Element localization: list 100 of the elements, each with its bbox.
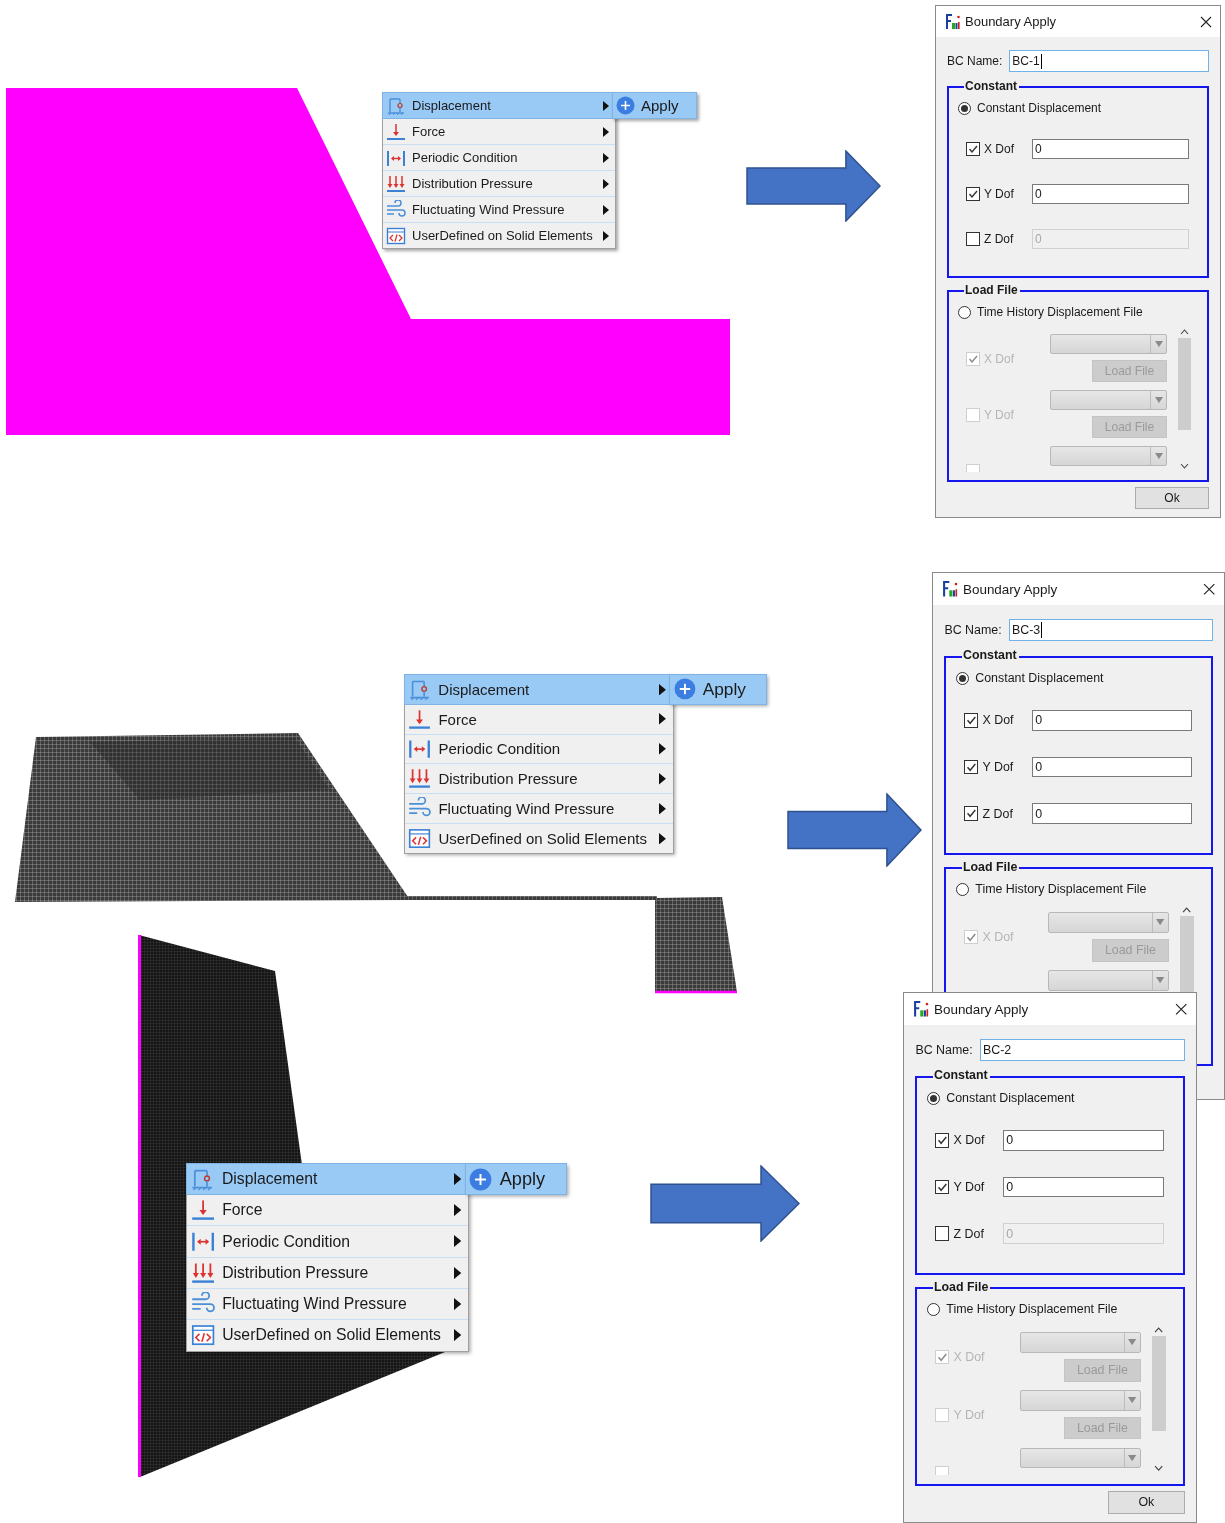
checkbox[interactable] (963, 806, 979, 821)
app-logo-icon (941, 580, 958, 598)
submenu-arrow-icon (453, 1329, 461, 1342)
submenu-arrow-icon (658, 802, 666, 815)
dof-label: Z Dof (982, 806, 1014, 821)
name-field[interactable]: BC-3 (1008, 618, 1213, 642)
radio-button[interactable] (958, 101, 971, 115)
scroll-up-icon[interactable] (1182, 906, 1192, 913)
option-label: Time History Displacement File (946, 1302, 1118, 1317)
value-field: 0 (1032, 229, 1189, 249)
submenu-arrow-icon (453, 1298, 461, 1311)
checkbox[interactable] (963, 759, 979, 775)
value-field: 0 (1003, 1223, 1164, 1244)
dof-label: Y Dof (953, 1408, 986, 1423)
option-label: Constant Displacement (975, 671, 1104, 686)
value-field[interactable]: 0 (1032, 803, 1192, 824)
submenu-arrow-icon (603, 230, 609, 241)
submenu-arrow-icon (603, 100, 609, 111)
menu-item[interactable]: UserDefined on Solid Elements (405, 824, 673, 853)
menu-item[interactable]: UserDefined on Solid Elements (187, 1320, 469, 1351)
ok-button[interactable]: Ok (1108, 1490, 1185, 1514)
scroll-thumb[interactable] (1152, 1336, 1166, 1432)
menu-item[interactable]: Distribution Pressure (187, 1257, 469, 1289)
scroll-up-icon[interactable] (1154, 1326, 1164, 1333)
menu-item[interactable]: Force (405, 704, 673, 735)
checkbox[interactable] (966, 142, 980, 156)
submenu-arrow-icon (658, 743, 666, 755)
dof-label: X Dof (984, 142, 1015, 156)
radio-button[interactable] (955, 882, 970, 897)
menu-item[interactable]: Fluctuating Wind Pressure (187, 1289, 469, 1321)
menu-item[interactable]: Periodic Condition (383, 145, 615, 171)
submenu-arrow-icon (603, 126, 609, 137)
dof-label: X Dof (953, 1133, 986, 1148)
menu-item[interactable]: Distribution Pressure (383, 171, 615, 197)
arrows-down-icon (190, 1260, 215, 1285)
ok-button[interactable]: Ok (1135, 487, 1209, 509)
radio-button[interactable] (926, 1302, 941, 1317)
checkbox[interactable] (966, 232, 980, 246)
field-label: BC Name: (947, 54, 1003, 68)
submenu-arrow-icon (658, 713, 666, 725)
value-field[interactable]: 0 (1032, 756, 1192, 778)
dof-label: Y Dof (984, 187, 1015, 201)
dof-label: Y Dof (953, 1179, 986, 1194)
dof-label: X Dof (982, 713, 1015, 728)
submenu-arrow-icon (453, 1172, 462, 1185)
value-field[interactable]: 0 (1032, 184, 1189, 204)
option-label: Constant Displacement (977, 101, 1102, 115)
submenu-arrow-icon (603, 204, 609, 215)
value-field[interactable]: 0 (1003, 1130, 1164, 1151)
value-field[interactable]: 0 (1032, 139, 1189, 159)
text-cursor (1041, 622, 1043, 638)
scroll-down-icon[interactable] (1154, 1465, 1164, 1472)
menu-item[interactable]: UserDefined on Solid Elements (383, 223, 615, 248)
dropdown-arrow-icon (1154, 397, 1163, 403)
scroll-down-icon[interactable] (1179, 463, 1189, 469)
close-icon[interactable] (1203, 582, 1216, 596)
option-label: Constant Displacement (946, 1091, 1075, 1106)
dof-label: Z Dof (984, 232, 1015, 246)
value-field[interactable]: 0 (1003, 1176, 1164, 1198)
close-icon[interactable] (1175, 1002, 1188, 1016)
app-logo-icon (944, 13, 960, 30)
apply-menu-item[interactable]: Apply (612, 92, 697, 119)
field-label: BC Name: (915, 1042, 973, 1057)
value-field[interactable]: 0 (1032, 710, 1192, 731)
name-field[interactable]: BC-1 (1009, 50, 1209, 72)
checkbox[interactable] (934, 1226, 950, 1241)
checkbox[interactable] (966, 187, 980, 201)
double-arrow-icon (408, 737, 432, 761)
submenu-arrow-icon (659, 683, 666, 696)
dropdown-arrow-icon (1156, 977, 1165, 984)
dof-label: Y Dof (984, 407, 1015, 422)
close-icon[interactable] (1200, 15, 1212, 28)
menu-item[interactable]: Force (383, 119, 615, 145)
menu-item[interactable]: Force (187, 1195, 469, 1227)
menu-item[interactable]: Periodic Condition (187, 1226, 469, 1258)
field-label: BC Name: (944, 622, 1002, 637)
menu-item[interactable]: Periodic Condition (405, 734, 673, 765)
checkbox[interactable] (934, 1133, 950, 1148)
radio-button[interactable] (926, 1091, 941, 1105)
checkbox[interactable] (963, 713, 979, 728)
scroll-up-icon[interactable] (1179, 329, 1189, 335)
arrows-down-icon (408, 767, 432, 791)
down-arrow-icon (386, 121, 406, 142)
down-arrow-icon (190, 1198, 215, 1223)
checkbox[interactable] (934, 1179, 950, 1195)
radio-button[interactable] (955, 671, 970, 685)
radio-button[interactable] (958, 305, 971, 319)
dof-label: Z Dof (953, 1226, 985, 1241)
code-icon (386, 225, 406, 246)
menu-item[interactable]: Fluctuating Wind Pressure (383, 197, 615, 223)
text-cursor (1040, 53, 1042, 69)
dropdown-arrow-icon (1154, 453, 1163, 459)
scroll-thumb[interactable] (1177, 338, 1191, 430)
apply-menu-item[interactable]: Apply (464, 1163, 568, 1196)
menu-item[interactable]: Distribution Pressure (405, 764, 673, 795)
menu-item[interactable]: Fluctuating Wind Pressure (405, 794, 673, 825)
wind-icon (386, 199, 406, 220)
window-title: Boundary Apply (963, 581, 1059, 597)
name-field[interactable]: BC-2 (979, 1038, 1185, 1062)
apply-menu-item[interactable]: Apply (669, 674, 768, 705)
